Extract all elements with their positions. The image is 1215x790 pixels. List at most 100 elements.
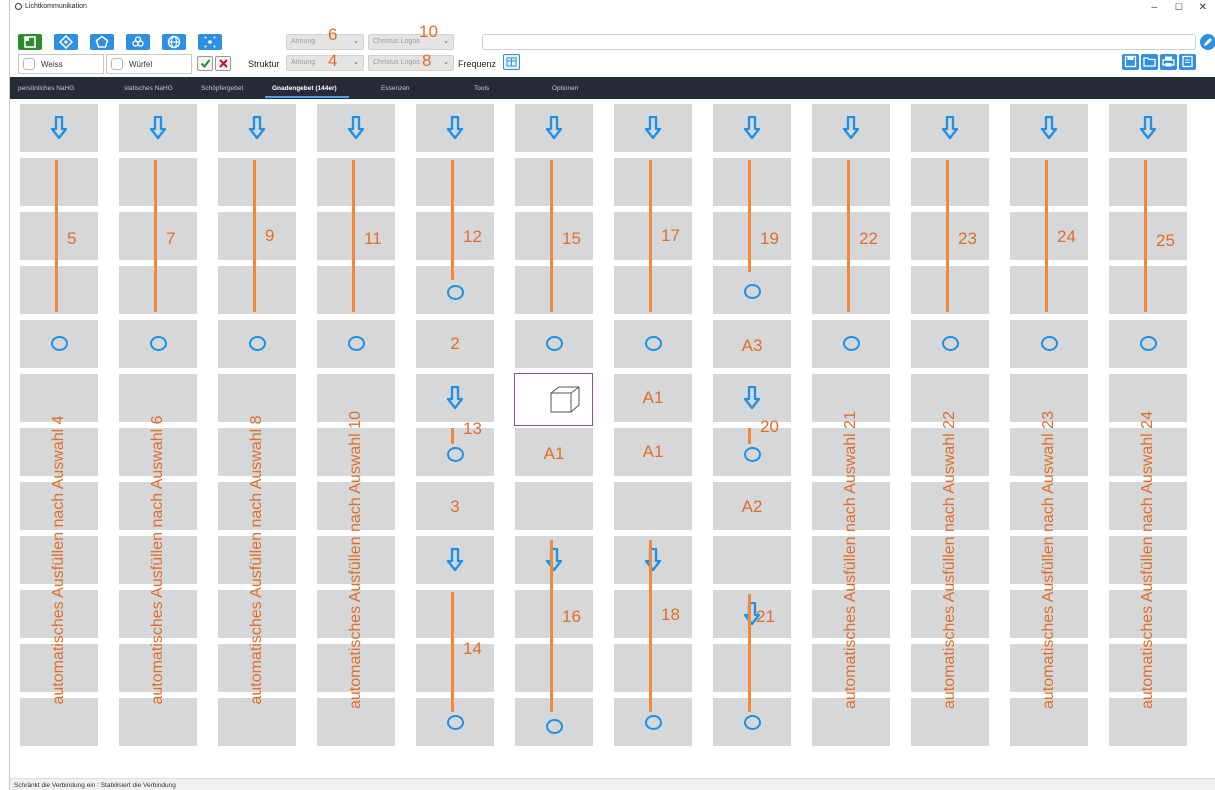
auto-fill-label: automatisches Ausfüllen nach Auswahl 10 — [347, 411, 364, 709]
down-arrow-icon — [545, 547, 563, 572]
orange-line — [55, 160, 58, 312]
grid-cell[interactable] — [317, 266, 395, 314]
grid-cell[interactable] — [1109, 266, 1187, 314]
grid-cell[interactable] — [218, 158, 296, 206]
grid-cell[interactable] — [119, 212, 197, 260]
grid-cell[interactable] — [218, 698, 296, 746]
cell-label: 3 — [450, 497, 460, 516]
grid-cell[interactable] — [515, 212, 593, 260]
cell-label: 2 — [450, 334, 460, 353]
grid-cell[interactable] — [1010, 212, 1088, 260]
grid-cell[interactable] — [614, 482, 692, 530]
grid-cell[interactable] — [911, 266, 989, 314]
down-arrow-icon — [446, 385, 464, 410]
grid-cell[interactable] — [713, 644, 791, 692]
grid-cell[interactable] — [416, 644, 494, 692]
orange-line — [649, 540, 652, 712]
cell-label: 24 — [1057, 227, 1076, 246]
grid-cell[interactable] — [119, 158, 197, 206]
circle-icon — [644, 335, 662, 351]
circle-icon — [941, 335, 959, 351]
circle-icon — [446, 446, 464, 462]
orange-line — [1144, 160, 1147, 312]
grid-cell[interactable] — [713, 212, 791, 260]
auto-fill-label: automatisches Ausfüllen nach Auswahl 24 — [1139, 411, 1156, 709]
grid-cell[interactable] — [1109, 212, 1187, 260]
down-arrow-icon — [743, 115, 761, 140]
grid-cell[interactable] — [515, 158, 593, 206]
down-arrow-icon — [941, 115, 959, 140]
grid-cell[interactable] — [20, 212, 98, 260]
grid-cell[interactable] — [911, 158, 989, 206]
grid-cell[interactable] — [515, 644, 593, 692]
down-arrow-icon — [743, 385, 761, 410]
orange-line — [154, 160, 157, 312]
grid-cell[interactable] — [614, 590, 692, 638]
grid-cell[interactable] — [119, 266, 197, 314]
orange-line — [550, 160, 553, 312]
down-arrow-icon — [644, 115, 662, 140]
grid-cell[interactable] — [119, 698, 197, 746]
down-arrow-icon — [1139, 115, 1157, 140]
cell-label: 13 — [463, 419, 482, 438]
grid-cell[interactable] — [317, 212, 395, 260]
grid-cell[interactable] — [416, 212, 494, 260]
circle-icon — [1040, 335, 1058, 351]
cell-label: 11 — [364, 229, 382, 248]
grid-cell[interactable] — [515, 590, 593, 638]
grid-cell[interactable] — [812, 158, 890, 206]
cube-icon — [550, 386, 580, 413]
down-arrow-icon — [1040, 115, 1058, 140]
cell-label: 25 — [1156, 231, 1175, 250]
cell-label: 18 — [661, 605, 680, 624]
grid-cell[interactable] — [614, 644, 692, 692]
down-arrow-icon — [446, 115, 464, 140]
grid-cell[interactable] — [515, 482, 593, 530]
orange-line — [748, 428, 751, 444]
grid-cell[interactable] — [1109, 158, 1187, 206]
grid-144: automatisches Ausfüllen nach Auswahl 4 au… — [10, 0, 1215, 790]
grid-cell[interactable] — [614, 158, 692, 206]
cell-label: 21 — [756, 607, 775, 626]
cell-label: A3 — [741, 336, 763, 355]
grid-cell[interactable] — [713, 536, 791, 584]
orange-line — [451, 160, 454, 280]
circle-icon — [743, 283, 761, 299]
grid-cell[interactable] — [218, 266, 296, 314]
orange-line — [946, 160, 949, 312]
grid-cell[interactable] — [1010, 266, 1088, 314]
cell-label: 15 — [562, 229, 581, 248]
grid-cell[interactable] — [20, 158, 98, 206]
grid-cell[interactable] — [218, 212, 296, 260]
circle-icon — [446, 714, 464, 730]
cell-label: A2 — [741, 497, 763, 516]
orange-line — [253, 160, 256, 312]
grid-cell[interactable] — [515, 266, 593, 314]
grid-cell[interactable] — [20, 698, 98, 746]
status-bar: Schränkt die Verbindung ein : Stabilisie… — [10, 778, 1215, 790]
orange-line — [550, 540, 553, 712]
circle-icon — [545, 718, 563, 734]
grid-cell[interactable] — [614, 212, 692, 260]
grid-cell[interactable] — [317, 158, 395, 206]
grid-cell[interactable] — [812, 212, 890, 260]
cell-label: 22 — [859, 229, 878, 248]
circle-icon — [644, 714, 662, 730]
grid-cell[interactable] — [20, 266, 98, 314]
grid-cell[interactable] — [812, 266, 890, 314]
app-window: Lichtkommunikation – ☐ ✕ Atmung ⌄ Christ… — [9, 0, 1215, 790]
orange-line — [649, 160, 652, 312]
grid-cell[interactable] — [911, 212, 989, 260]
grid-cell[interactable] — [416, 158, 494, 206]
down-arrow-icon — [842, 115, 860, 140]
orange-line — [451, 428, 454, 444]
grid-cell[interactable] — [1010, 158, 1088, 206]
auto-fill-label: automatisches Ausfüllen nach Auswahl 23 — [1040, 411, 1057, 709]
down-arrow-icon — [446, 547, 464, 572]
grid-cell[interactable] — [416, 590, 494, 638]
orange-line — [748, 160, 751, 272]
grid-cell[interactable] — [713, 158, 791, 206]
auto-fill-label: automatisches Ausfüllen nach Auswahl 22 — [941, 411, 958, 709]
grid-cell[interactable] — [614, 266, 692, 314]
cell-label: 5 — [67, 229, 77, 248]
